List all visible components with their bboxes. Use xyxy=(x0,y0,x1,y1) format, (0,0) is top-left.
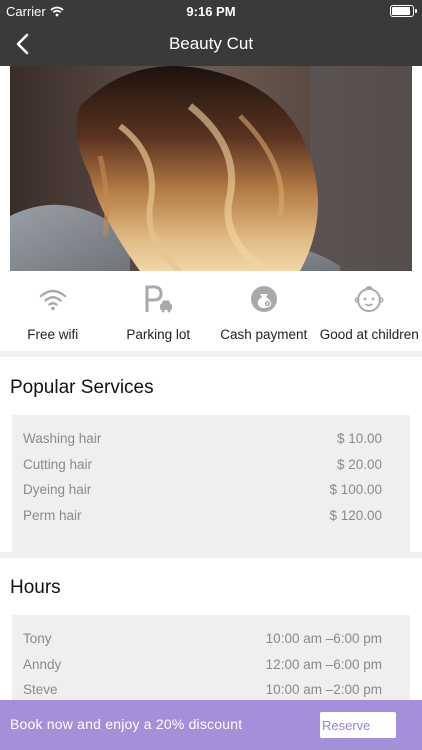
promo-bar: Book now and enjoy a 20% discount Reserv… xyxy=(0,700,422,750)
stylist-hours: 10:00 am –6:00 pm xyxy=(265,631,382,646)
amenity-label: Good at children xyxy=(319,327,419,342)
battery-icon xyxy=(390,5,417,17)
salon-hero-image xyxy=(10,66,412,271)
service-row: Cutting hair $ 20.00 xyxy=(23,457,382,483)
hours-row: Steve 10:00 am –2:00 pm xyxy=(23,682,382,700)
popular-services-heading: Popular Services xyxy=(10,377,154,398)
hours-heading: Hours xyxy=(10,577,61,598)
amenity-cash-payment: ¥ Cash payment xyxy=(211,271,317,351)
wifi-icon xyxy=(39,289,66,311)
hours-row: Tony 10:00 am –6:00 pm xyxy=(23,631,382,657)
service-row: Perm hair $ 120.00 xyxy=(23,508,382,534)
amenity-free-wifi: Free wifi xyxy=(0,271,106,351)
service-name: Perm hair xyxy=(23,507,82,523)
service-price: $ 20.00 xyxy=(336,456,382,472)
baby-face-icon xyxy=(354,286,384,312)
service-price: $ 120.00 xyxy=(329,507,382,523)
amenity-label: Cash payment xyxy=(220,327,308,342)
parking-icon xyxy=(145,285,173,313)
section-divider xyxy=(0,351,422,357)
amenity-label: Parking lot xyxy=(126,327,191,342)
amenity-label: Free wifi xyxy=(27,327,79,342)
nav-bar: Beauty Cut xyxy=(0,22,422,66)
service-name: Washing hair xyxy=(23,431,102,446)
stylist-hours: 10:00 am –2:00 pm xyxy=(265,682,382,697)
services-list: Washing hair $ 10.00 Cutting hair $ 20.0… xyxy=(12,415,410,552)
status-bar: Carrier 9:16 PM xyxy=(0,0,422,22)
hair-photo xyxy=(10,66,412,271)
stylist-name: Steve xyxy=(23,682,58,697)
hours-list: Tony 10:00 am –6:00 pm Anndy 12:00 am –6… xyxy=(12,615,410,700)
page-title: Beauty Cut xyxy=(168,34,254,53)
stylist-hours: 12:00 am –6:00 pm xyxy=(265,656,382,672)
service-name: Dyeing hair xyxy=(23,482,92,497)
promo-text: Book now and enjoy a 20% discount xyxy=(10,716,243,732)
reserve-button[interactable]: Reserve xyxy=(320,712,396,738)
stylist-name: Anndy xyxy=(23,656,62,672)
amenity-good-with-children: Good at children xyxy=(317,271,422,351)
hours-row: Anndy 12:00 am –6:00 pm xyxy=(23,657,382,683)
service-row: Dyeing hair $ 100.00 xyxy=(23,482,382,508)
service-price: $ 10.00 xyxy=(336,431,382,446)
amenities-row: Free wifi Parking lot ¥ Cash payment Goo… xyxy=(0,271,422,351)
svg-text:¥: ¥ xyxy=(266,301,269,307)
money-bag-icon: ¥ xyxy=(250,286,277,312)
amenity-parking: Parking lot xyxy=(106,271,212,351)
service-row: Washing hair $ 10.00 xyxy=(23,431,382,457)
service-name: Cutting hair xyxy=(23,456,93,472)
section-divider xyxy=(0,552,422,558)
clock: 9:16 PM xyxy=(186,4,236,19)
service-price: $ 100.00 xyxy=(329,482,382,497)
stylist-name: Tony xyxy=(23,631,52,646)
